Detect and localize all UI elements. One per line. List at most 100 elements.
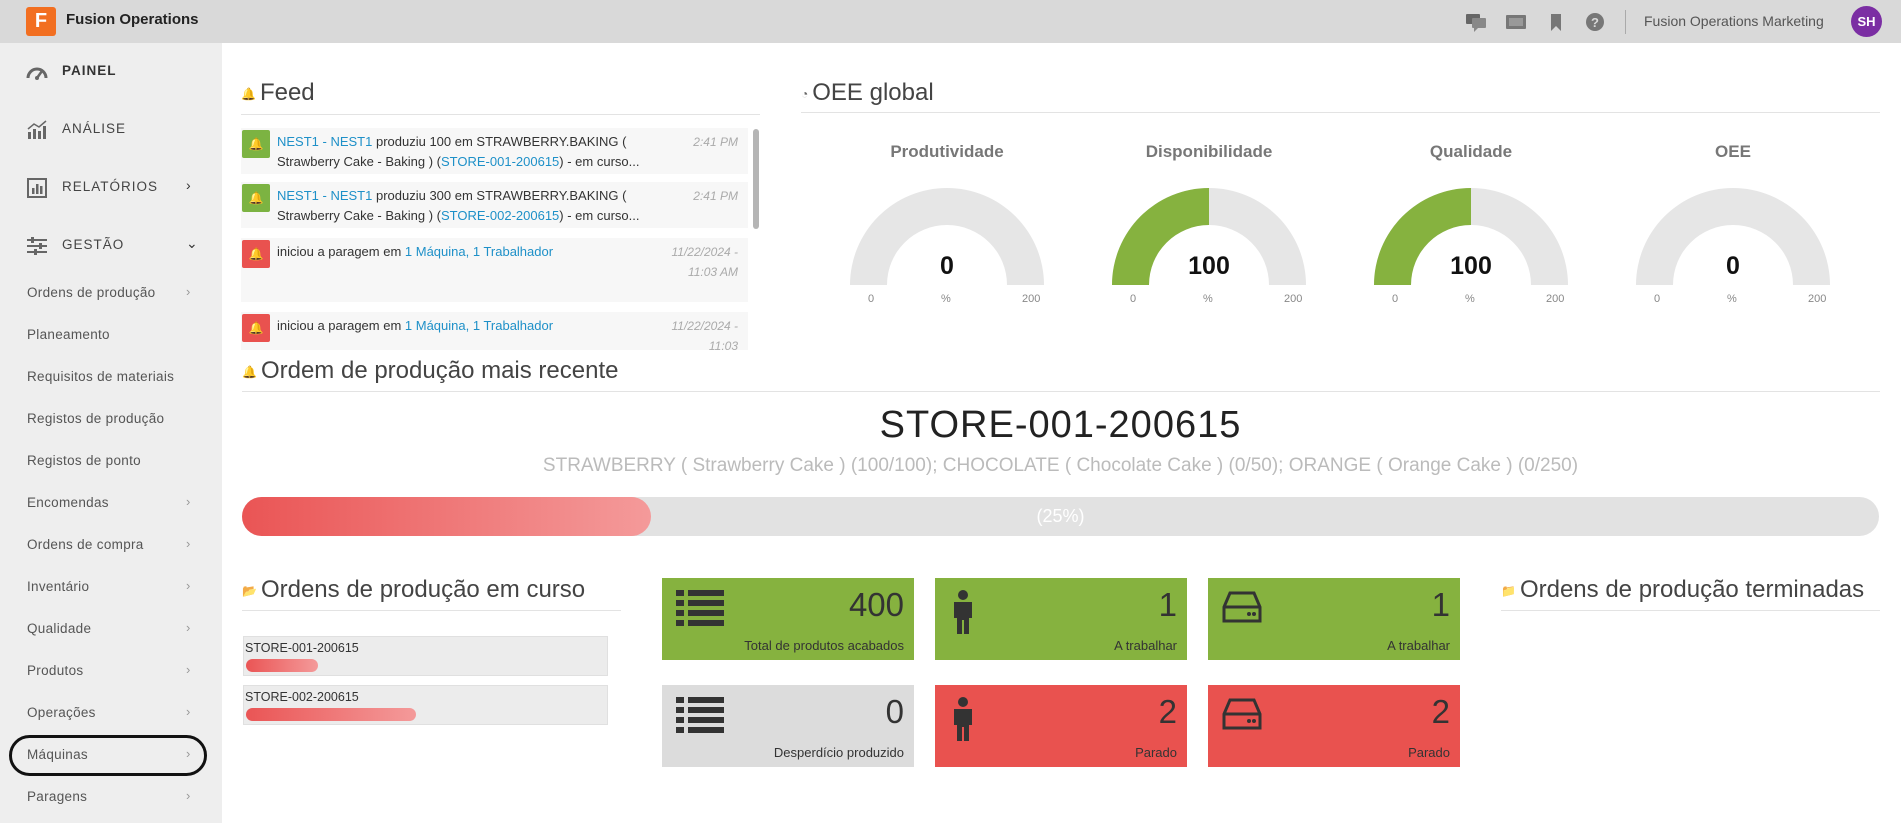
feed-item[interactable]: 🔔 iniciou a paragem em 1 Máquina, 1 Trab… (241, 312, 748, 350)
sidebar-item-ordens-compra[interactable]: Ordens de compra › (0, 524, 222, 566)
tile-value: 1 (1158, 586, 1177, 623)
sidebar-item-gestao[interactable]: GESTÃO ⌄ (0, 217, 222, 275)
sidebar-item-label: Paragens (27, 789, 88, 804)
sidebar-item-encomendas[interactable]: Encomendas › (0, 482, 222, 524)
tile-value: 2 (1431, 693, 1450, 730)
sidebar-item-requisitos-materiais[interactable]: Requisitos de materiais (0, 356, 222, 398)
feed-heading: 🔔 Feed (241, 79, 315, 106)
feed-timestamp: 2:41 PM (693, 135, 738, 149)
feed-divider (241, 114, 760, 115)
sidebar-item-label: RELATÓRIOS (62, 179, 159, 194)
sidebar-item-operacoes[interactable]: Operações › (0, 692, 222, 734)
bell-icon: 🔔 (241, 86, 256, 101)
app-name[interactable]: Fusion Operations (66, 11, 199, 28)
bookmark-icon[interactable] (1545, 12, 1567, 32)
sidebar-item-paragens[interactable]: Paragens › (0, 776, 222, 818)
chevron-right-icon: › (186, 620, 191, 635)
gauge-min: 0 (868, 293, 875, 305)
sidebar-item-label: Encomendas (27, 495, 109, 510)
chat-icon[interactable] (1465, 12, 1487, 32)
list-icon (676, 590, 724, 631)
machines-active-tile[interactable]: 1 A trabalhar (1208, 578, 1460, 660)
sidebar-item-produtos[interactable]: Produtos › (0, 650, 222, 692)
user-avatar[interactable]: SH (1851, 6, 1882, 37)
top-bar: F Fusion Operations ? Fusion Operations … (0, 0, 1901, 43)
sidebar-item-label: Ordens de compra (27, 537, 144, 552)
in-progress-heading: 📂 Ordens de produção em curso (242, 576, 586, 603)
tile-caption: Parado (1135, 745, 1177, 760)
chevron-right-icon: › (186, 704, 191, 719)
folder-icon: 📁 (1501, 583, 1516, 598)
tile-caption: A trabalhar (1387, 638, 1450, 653)
in-progress-order[interactable]: STORE-001-200615 (243, 636, 608, 676)
gauge-max: 200 (1022, 293, 1041, 305)
finished-products-tile[interactable]: 400 Total de produtos acabados (662, 578, 914, 660)
oee-gauge: OEE 0 0% 200 (1613, 140, 1853, 310)
gauge-value: 0 (1726, 252, 1740, 280)
svg-text:?: ? (1591, 15, 1599, 30)
feed-item[interactable]: 🔔 NEST1 - NEST1 produziu 100 em STRAWBER… (241, 128, 748, 174)
workers-stopped-tile[interactable]: 2 Parado (935, 685, 1187, 767)
gauge-min: 0 (1130, 293, 1137, 305)
sidebar-item-label: Ordens de produção (27, 285, 156, 300)
sidebar-item-relatorios[interactable]: RELATÓRIOS › (0, 159, 222, 217)
tile-value: 1 (1431, 586, 1450, 623)
tile-value: 0 (885, 693, 904, 730)
gauge-title: Disponibilidade (1145, 142, 1273, 161)
sidebar-item-label: Operações (27, 705, 96, 720)
feed-item-text: iniciou a paragem em 1 Máquina, 1 Trabal… (277, 318, 554, 333)
finished-orders-divider (1501, 610, 1880, 611)
feed-list[interactable]: 🔔 NEST1 - NEST1 produziu 100 em STRAWBER… (241, 128, 760, 350)
sidebar-item-label: ANÁLISE (62, 121, 127, 136)
gauge-value: 0 (940, 252, 954, 280)
sidebar-item-planeamento[interactable]: Planeamento (0, 314, 222, 356)
person-icon (949, 697, 977, 746)
highlight-annotation (9, 735, 207, 776)
sidebar-item-registos-ponto[interactable]: Registos de ponto (0, 440, 222, 482)
sliders-icon (26, 236, 48, 256)
chevron-right-icon: › (186, 662, 191, 677)
sidebar-item-inventario[interactable]: Inventário › (0, 566, 222, 608)
gauge-value: 100 (1450, 252, 1492, 280)
oee-gauge: Qualidade 100 0% 200 (1351, 140, 1591, 310)
sidebar-item-label: Registos de ponto (27, 453, 141, 468)
feed-resource-link[interactable]: 1 Máquina, 1 Trabalhador (405, 318, 553, 333)
screen-icon[interactable] (1505, 12, 1527, 32)
app-logo[interactable]: F (26, 7, 56, 36)
feed-item-text: NEST1 - NEST1 produziu 300 em STRAWBERRY… (277, 188, 640, 223)
sidebar-item-registos-producao[interactable]: Registos de produção (0, 398, 222, 440)
recent-order-divider (242, 391, 1880, 392)
sidebar-item-ordens-producao[interactable]: Ordens de produção › (0, 272, 222, 314)
recent-order-code[interactable]: STORE-001-200615 (242, 404, 1879, 447)
order-code: STORE-001-200615 (245, 641, 359, 655)
gauge-value: 100 (1188, 252, 1230, 280)
feed-machine-link[interactable]: NEST1 - NEST1 (277, 134, 372, 149)
sidebar-item-painel[interactable]: PAINEL (0, 43, 222, 101)
oee-gauge: Disponibilidade 100 0% 200 (1089, 140, 1329, 310)
chevron-right-icon: › (186, 536, 191, 551)
feed-resource-link[interactable]: 1 Máquina, 1 Trabalhador (405, 244, 553, 259)
sidebar-item-qualidade[interactable]: Qualidade › (0, 608, 222, 650)
organization-name[interactable]: Fusion Operations Marketing (1644, 13, 1824, 29)
feed-order-link[interactable]: STORE-001-200615 (441, 154, 559, 169)
feed-timestamp: 11/22/2024 - 11:03 (671, 319, 739, 350)
feed-order-link[interactable]: STORE-002-200615 (441, 208, 559, 223)
recent-order-progress: (25%) (242, 497, 1879, 536)
sidebar-item-label: Qualidade (27, 621, 92, 636)
finished-orders-heading: 📁 Ordens de produção terminadas (1501, 576, 1865, 603)
in-progress-order[interactable]: STORE-002-200615 (243, 685, 608, 725)
feed-item[interactable]: 🔔 iniciou a paragem em 1 Máquina, 1 Trab… (241, 238, 748, 302)
feed-machine-link[interactable]: NEST1 - NEST1 (277, 188, 372, 203)
person-icon (949, 590, 977, 639)
feed-scrollbar[interactable] (753, 129, 759, 229)
workers-active-tile[interactable]: 1 A trabalhar (935, 578, 1187, 660)
gauge-min: 0 (1654, 293, 1661, 305)
help-icon[interactable]: ? (1584, 12, 1606, 32)
waste-tile[interactable]: 0 Desperdício produzido (662, 685, 914, 767)
tile-caption: A trabalhar (1114, 638, 1177, 653)
in-progress-divider (242, 610, 621, 611)
sidebar-item-analise[interactable]: ANÁLISE (0, 101, 222, 159)
feed-item[interactable]: 🔔 NEST1 - NEST1 produziu 300 em STRAWBER… (241, 182, 748, 228)
machines-stopped-tile[interactable]: 2 Parado (1208, 685, 1460, 767)
oee-heading: ◔ OEE global (801, 79, 934, 106)
